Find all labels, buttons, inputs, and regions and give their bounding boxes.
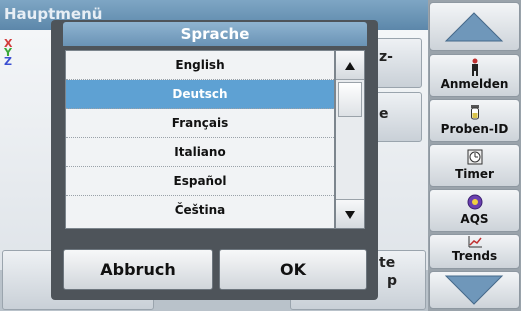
- chevron-down-icon: [444, 275, 504, 305]
- dialog-title: Sprache: [63, 22, 367, 46]
- timer-button[interactable]: Timer: [429, 144, 520, 187]
- main-menu-button-mid-right-label: e: [379, 106, 389, 122]
- trend-chart-icon: [430, 235, 519, 249]
- language-list: English Deutsch Français Italiano Españo…: [65, 50, 335, 229]
- scrollbar-down-button[interactable]: [336, 199, 364, 228]
- ok-button[interactable]: OK: [219, 249, 367, 290]
- language-option-francais[interactable]: Français: [66, 109, 334, 138]
- triangle-down-icon: [345, 210, 355, 219]
- right-sidebar: Anmelden Proben-ID Timer AQS Trends: [428, 0, 521, 311]
- scrollbar-thumb[interactable]: [338, 82, 362, 117]
- language-list-scrollbar[interactable]: [335, 50, 365, 229]
- proben-id-button[interactable]: Proben-ID: [429, 99, 520, 142]
- main-menu-bottom-right-label-1: te: [379, 255, 396, 271]
- language-option-espanol[interactable]: Español: [66, 167, 334, 196]
- chevron-up-icon: [444, 12, 504, 42]
- axis-z-label: Z: [4, 55, 12, 68]
- aqs-icon: [430, 193, 519, 212]
- proben-id-label: Proben-ID: [440, 122, 509, 136]
- anmelden-label: Anmelden: [440, 77, 509, 91]
- user-icon: [430, 58, 519, 77]
- sample-vial-icon: [430, 103, 519, 122]
- timer-label: Timer: [455, 167, 494, 181]
- language-option-cestina[interactable]: Čeština: [66, 196, 334, 225]
- main-menu-button-top-right-label: z-: [379, 49, 393, 65]
- trends-label: Trends: [451, 249, 498, 263]
- aqs-label: AQS: [460, 212, 489, 226]
- timer-icon: [430, 148, 519, 167]
- cancel-button[interactable]: Abbruch: [63, 249, 213, 290]
- anmelden-button[interactable]: Anmelden: [429, 54, 520, 97]
- scrollbar-up-button[interactable]: [336, 51, 364, 80]
- language-option-italiano[interactable]: Italiano: [66, 138, 334, 167]
- main-menu-bottom-right-label-2: p: [387, 273, 398, 289]
- triangle-up-icon: [345, 61, 355, 70]
- language-option-english[interactable]: English: [66, 51, 334, 80]
- language-option-deutsch[interactable]: Deutsch: [66, 80, 334, 109]
- trends-button[interactable]: Trends: [429, 234, 520, 269]
- language-dialog: Sprache English Deutsch Français Italian…: [51, 20, 378, 300]
- aqs-button[interactable]: AQS: [429, 189, 520, 232]
- scroll-down-button[interactable]: [429, 271, 520, 309]
- scroll-up-button[interactable]: [429, 2, 520, 51]
